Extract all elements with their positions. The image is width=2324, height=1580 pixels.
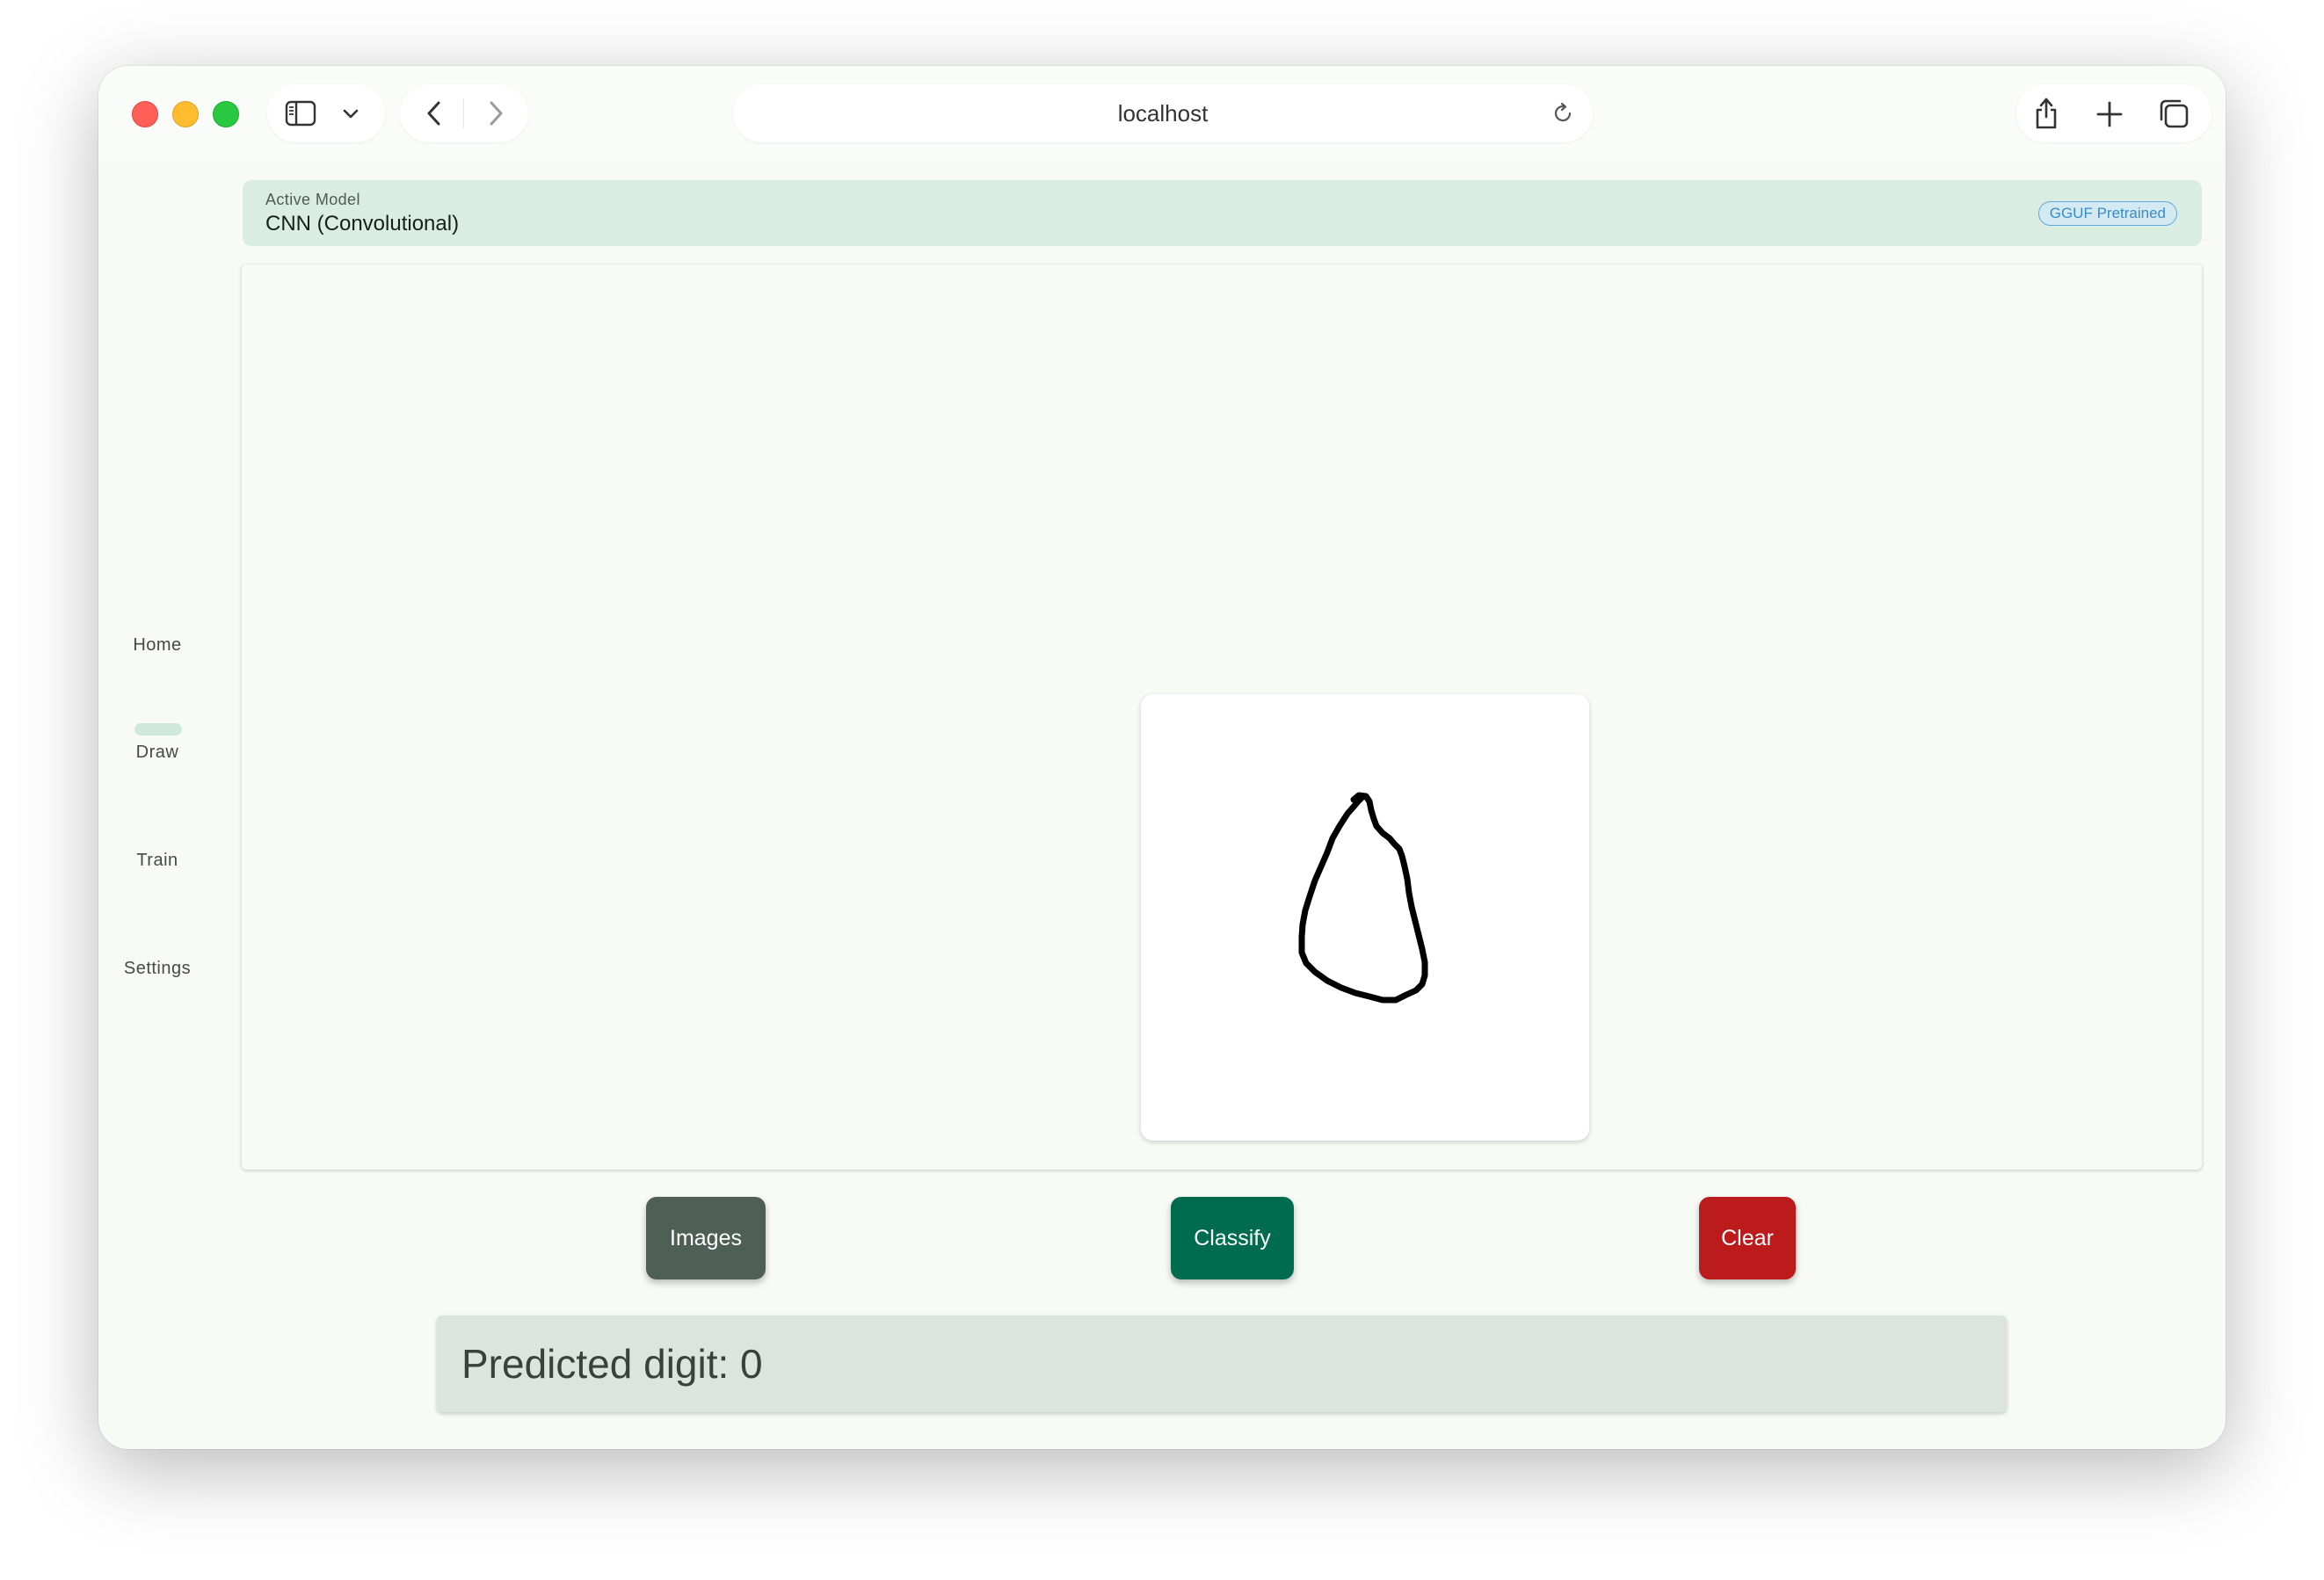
sidebar-item-train[interactable]: Train: [98, 851, 216, 871]
window-actions-group: [2016, 84, 2211, 142]
reload-icon[interactable]: [1549, 99, 1577, 127]
sidebar-toggle-group: [267, 84, 385, 142]
back-icon[interactable]: [419, 98, 449, 128]
address-bar[interactable]: localhost: [733, 84, 1593, 142]
model-type-badge: GGUF Pretrained: [2037, 201, 2177, 226]
clear-button[interactable]: Clear: [1699, 1197, 1796, 1279]
maximize-window-button[interactable]: [213, 101, 239, 127]
url-text: localhost: [1117, 99, 1209, 127]
forward-icon[interactable]: [481, 98, 511, 128]
active-model-label: Active Model: [265, 191, 360, 208]
nav-divider: [463, 98, 464, 128]
drawing-panel: [242, 265, 2202, 1170]
prediction-result: Predicted digit: 0: [437, 1315, 2007, 1412]
images-button[interactable]: Images: [646, 1197, 766, 1279]
plus-icon[interactable]: [2092, 97, 2127, 132]
tabs-overview-icon[interactable]: [2155, 97, 2192, 132]
sidebar-item-home[interactable]: Home: [98, 635, 216, 656]
chevron-down-icon[interactable]: [338, 100, 364, 127]
share-icon[interactable]: [2029, 95, 2064, 132]
drawing-canvas[interactable]: [1141, 694, 1589, 1141]
classify-button[interactable]: Classify: [1171, 1197, 1294, 1279]
browser-window: localhost Home Draw Train Settings Activ…: [98, 66, 2226, 1449]
sidebar-item-draw[interactable]: Draw: [98, 743, 216, 763]
active-model-name: CNN (Convolutional): [265, 212, 460, 236]
minimize-window-button[interactable]: [172, 101, 199, 127]
drawn-digit-stroke: [1298, 792, 1428, 1004]
sidebar-icon[interactable]: [283, 96, 318, 131]
history-nav-group: [400, 84, 528, 142]
active-model-banner: Active Model CNN (Convolutional) GGUF Pr…: [243, 180, 2202, 246]
prediction-text: Predicted digit: 0: [461, 1341, 763, 1387]
browser-toolbar: localhost: [98, 66, 2226, 159]
close-window-button[interactable]: [132, 101, 158, 127]
sidebar-item-settings[interactable]: Settings: [98, 959, 216, 979]
active-nav-indicator: [134, 723, 182, 736]
